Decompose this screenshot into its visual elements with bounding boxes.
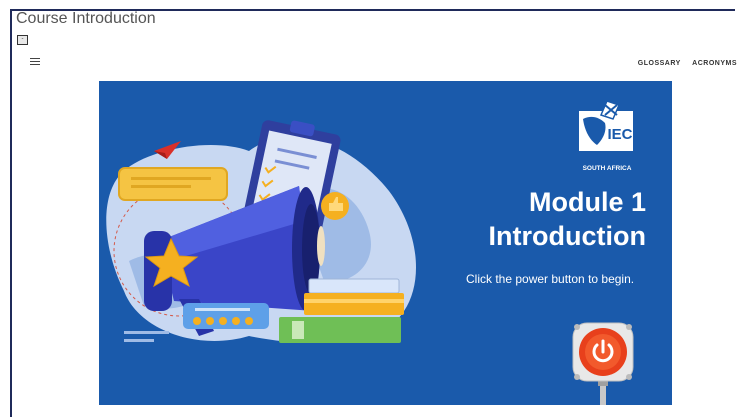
- logo-letters: IEC: [607, 126, 632, 143]
- window-title: Course Introduction: [16, 10, 156, 27]
- heading-line-1: Module 1: [528, 187, 646, 217]
- power-button[interactable]: [568, 315, 638, 405]
- glossary-link[interactable]: GLOSSARY: [638, 60, 681, 67]
- heading-line-2: Introduction: [488, 221, 646, 251]
- acronyms-link[interactable]: ACRONYMS: [692, 60, 737, 67]
- intro-slide: IEC SOUTH AFRICA Module 1 Introduction C…: [99, 81, 672, 405]
- top-nav: GLOSSARY ACRONYMS: [629, 60, 737, 67]
- begin-instruction: Click the power button to begin.: [466, 272, 635, 286]
- megaphone-illustration: [106, 120, 417, 344]
- menu-icon[interactable]: [30, 58, 40, 66]
- module-heading: Module 1 Introduction: [489, 185, 646, 253]
- logo-caption: SOUTH AFRICA: [582, 165, 632, 172]
- collapse-button[interactable]: -: [17, 35, 28, 45]
- iec-logo: IEC: [579, 100, 633, 151]
